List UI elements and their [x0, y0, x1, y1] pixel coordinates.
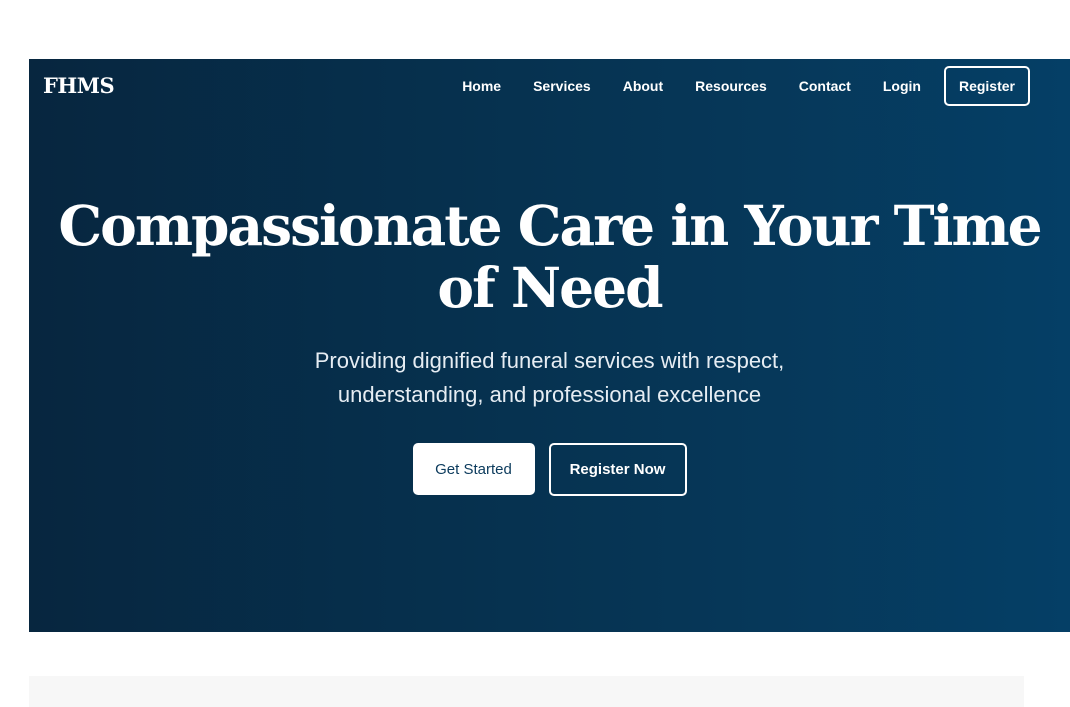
- register-now-button[interactable]: Register Now: [548, 443, 687, 496]
- hero-section: FHMS Home Services About Resources Conta…: [29, 59, 1070, 632]
- hero-title: Compassionate Care in Your Time of Need: [58, 193, 1042, 320]
- site-logo[interactable]: FHMS: [43, 73, 115, 98]
- nav-link-home[interactable]: Home: [462, 78, 501, 94]
- nav-link-about[interactable]: About: [623, 78, 663, 94]
- nav-link-resources[interactable]: Resources: [695, 78, 767, 94]
- hero-subtitle-line-2: understanding, and professional excellen…: [337, 382, 762, 407]
- nav-link-services[interactable]: Services: [533, 78, 591, 94]
- main-nav: Home Services About Resources Contact Lo…: [462, 65, 1030, 106]
- nav-link-contact[interactable]: Contact: [799, 78, 851, 94]
- nav-link-login[interactable]: Login: [883, 78, 921, 94]
- hero-subtitle: Providing dignified funeral services wit…: [179, 344, 920, 412]
- hero-subtitle-line-1: Providing dignified funeral services wit…: [314, 348, 785, 373]
- hero-cta-group: Get Started Register Now: [29, 443, 1070, 496]
- nav-register-button[interactable]: Register: [943, 65, 1030, 106]
- page: FHMS Home Services About Resources Conta…: [0, 0, 1070, 707]
- next-section-panel: [29, 676, 1024, 707]
- get-started-button[interactable]: Get Started: [412, 443, 535, 495]
